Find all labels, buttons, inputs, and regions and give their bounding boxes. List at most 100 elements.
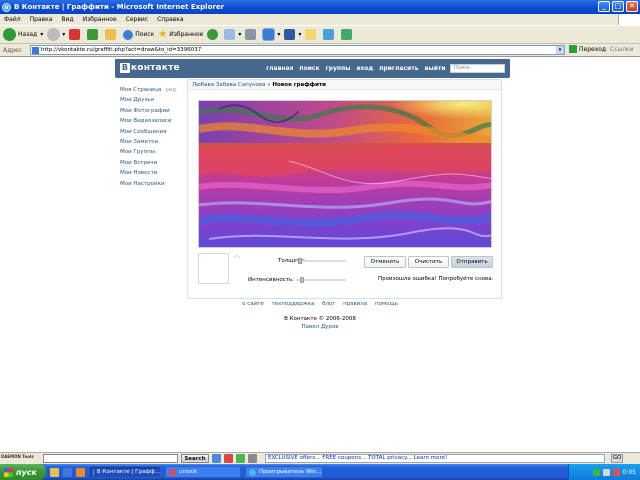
stop-button[interactable] [69,29,83,40]
vk-logo[interactable]: B контакте [120,63,180,73]
toolbar-icon-3[interactable] [236,454,245,463]
sidebar-item-news[interactable]: Мои Новости [120,168,180,178]
quicklaunch-folder-icon[interactable] [50,467,59,477]
toolbar-search-button[interactable]: Search [181,454,209,463]
footer-link-about[interactable]: о сайте [242,301,264,307]
undo-button[interactable]: Отменить [364,256,406,268]
nav-home[interactable]: главная [263,65,296,72]
windows-logo-icon [618,14,640,25]
start-label: пуск [16,467,37,477]
vk-logo-text: контакте [131,63,180,73]
brush-cursor-icon: ◠ [234,254,241,262]
menu-help[interactable]: Справка [157,16,183,23]
address-input[interactable]: http://vkontakte.ru/graffiti.php?act=dra… [30,45,565,55]
sidebar-item-videos[interactable]: Мои Видеозаписи [120,116,180,126]
footer-link-rules[interactable]: правила [343,301,367,307]
menu-view[interactable]: Вид [61,16,73,23]
task-label: Проигрыватель Win... [259,469,322,475]
tray-icon-3[interactable] [612,468,620,476]
minimize-button[interactable]: _ [598,1,610,12]
thickness-slider[interactable] [296,257,346,265]
tray-icon-1[interactable] [592,468,600,476]
people-button[interactable] [341,29,355,40]
ie-icon: e [2,2,11,12]
refresh-icon [87,29,99,40]
menu-edit[interactable]: Правка [30,16,53,23]
messenger-button[interactable] [323,29,337,40]
author-link[interactable]: Павел Дуров [0,324,640,330]
quicklaunch-ie-icon[interactable] [63,467,72,477]
graffiti-drawing [199,101,491,247]
refresh-button[interactable] [87,29,101,40]
toolbar-icon-4[interactable] [248,454,257,463]
sidebar-item-messages[interactable]: Мои Сообщения [120,127,180,137]
send-button[interactable]: Отправить [451,256,493,268]
sidebar-item-events[interactable]: Мои Встречи [120,158,180,168]
clear-button[interactable]: Очистить [408,256,449,268]
task-unlock[interactable]: unlock [165,466,241,478]
go-button[interactable]: Переход [569,45,606,53]
sidebar-item-my-page[interactable]: Моя Страница ред. [120,85,180,95]
home-button[interactable] [105,29,119,40]
search-button[interactable]: Поиск [123,29,154,40]
print-button[interactable] [245,29,259,40]
nav-login[interactable]: вход [354,65,377,72]
menu-tools[interactable]: Сервис [126,16,148,23]
ie-tool-button[interactable]: ▾ [262,28,280,41]
star-icon: ★ [158,29,168,40]
footer-link-support[interactable]: техподдержка [271,301,314,307]
clock[interactable]: 0:05 [623,469,636,476]
status-go-button[interactable]: GO [611,454,623,463]
sidebar-item-notes[interactable]: Мои Заметки [120,137,180,147]
footer-link-blog[interactable]: блог [322,301,335,307]
tray-icon-2[interactable] [602,468,610,476]
close-button[interactable]: ✕ [626,1,638,12]
vk-search-input[interactable]: Поиск [450,64,505,73]
promo-ticker[interactable]: EXCLUSIVE offers... FREE coupons... TOTA… [265,454,605,463]
nav-groups[interactable]: группы [323,65,354,72]
word-button[interactable]: ▾ [284,29,301,40]
nav-search[interactable]: поиск [296,65,322,72]
nav-invite[interactable]: пригласить [376,65,421,72]
title-bar[interactable]: e В Контакте | Граффити - Microsoft Inte… [0,0,640,14]
windows-flag-icon [4,467,13,477]
sidebar-item-groups[interactable]: Мои Группы [120,147,180,157]
breadcrumb-user[interactable]: Любава Забава Сапунова [192,82,266,88]
maximize-button[interactable]: □ [612,1,624,12]
forward-button[interactable]: ▾ [47,28,65,41]
chevron-down-icon[interactable]: ▾ [556,46,564,54]
slider-thumb[interactable] [300,277,304,283]
toolbar-icon-1[interactable] [212,454,221,463]
sidebar-item-settings[interactable]: Мои Настройки [120,179,180,189]
toolbar-search-input[interactable] [43,454,178,463]
mail-button[interactable]: ▾ [224,29,241,40]
toolbar-icon-2[interactable] [224,454,233,463]
slider-thumb[interactable] [298,258,302,264]
edit-link[interactable]: ред. [165,87,177,93]
sidebar-item-photos[interactable]: Мои Фотографии [120,106,180,116]
nav-logout[interactable]: выйти [422,65,449,72]
vk-footer: о сайте техподдержка блог правила помощь… [0,301,640,330]
back-button[interactable]: Назад ▾ [3,28,43,41]
favorites-button[interactable]: ★ Избранное [158,29,203,40]
intensity-slider[interactable] [296,276,346,284]
sidebar-item-friends[interactable]: Мои Друзья [120,95,180,105]
task-media-player[interactable]: Проигрыватель Win... [245,466,323,478]
brush-preview [198,253,229,284]
graffiti-canvas[interactable] [198,100,492,248]
breadcrumb: Любава Забава Сапунова » Новое граффити [188,80,501,90]
copyright: В Контакте © 2006-2008 [284,316,356,322]
window-title: В Контакте | Граффити - Microsoft Intern… [14,3,225,11]
browser-window: e В Контакте | Граффити - Microsoft Inte… [0,0,640,480]
history-button[interactable] [207,29,220,40]
menu-favorites[interactable]: Избранное [83,16,117,23]
menu-file[interactable]: Файл [4,16,21,23]
system-tray: 0:05 [568,464,640,480]
folder-button[interactable] [305,29,319,40]
vk-sidebar: Моя Страница ред. Мои Друзья Мои Фотограф… [120,85,180,189]
footer-link-help[interactable]: помощь [375,301,398,307]
quicklaunch-media-icon[interactable] [76,467,85,477]
links-button[interactable]: Ссылки [610,46,634,53]
task-vkontakte[interactable]: В Контакте | Графф... [89,466,161,478]
start-button[interactable]: пуск [0,464,46,480]
